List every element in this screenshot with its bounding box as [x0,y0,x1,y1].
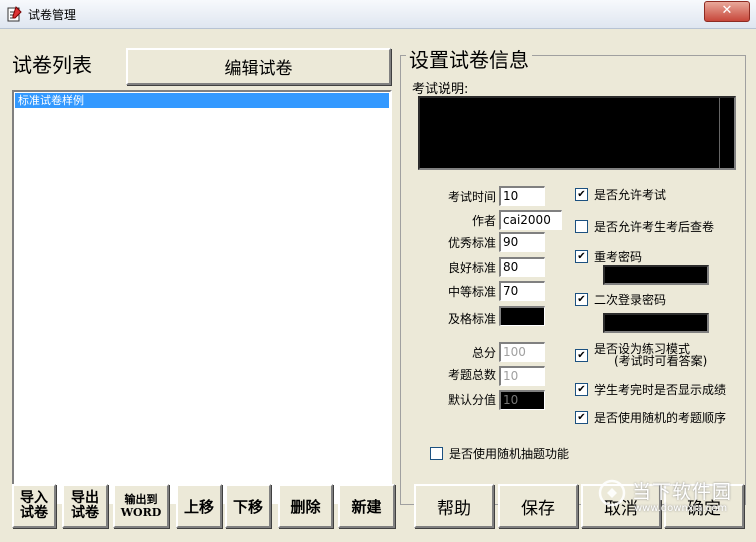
export-label-1: 导出 [71,490,99,506]
count-label: 考题总数 [447,368,496,382]
info-heading: 设置试卷信息 [406,44,532,73]
new-label: 新建 [351,497,382,516]
good-label: 良好标准 [447,261,496,275]
checkbox-mark: ✔ [575,188,588,201]
checkbox-mark: ✔ [575,411,588,424]
retake-password-label: 重考密码 [594,250,643,264]
edit-paper-button[interactable]: 编辑试卷 [126,48,391,85]
export-word-label-1: 输出到 [124,493,158,506]
allow-review-checkbox[interactable]: 是否允许考生考后查卷 [575,218,714,235]
import-label-2: 试卷 [20,505,48,521]
count-input: 10 [499,366,545,386]
watermark: 当下软件园 www.downxia.com [598,477,750,527]
practice-mode-sublabel: (考试时可看答案) [614,354,708,368]
export-paper-button[interactable]: 导出 试卷 [62,484,108,528]
paper-list[interactable]: 标准试卷样例 [12,90,392,504]
author-input[interactable]: cai2000 [499,210,562,230]
medium-input[interactable]: 70 [499,281,545,301]
pass-input[interactable] [499,306,545,326]
good-input[interactable]: 80 [499,257,545,277]
exam-description-field[interactable] [418,96,736,170]
watermark-logo-icon [598,479,626,507]
list-heading: 试卷列表 [12,53,92,77]
help-label: 帮助 [437,498,471,519]
title-bar: 试卷管理 ✕ [0,0,756,29]
practice-mode-text: 是否设为练习模式 (考试时可看答案) [594,343,707,367]
total-input: 100 [499,342,545,362]
allow-exam-checkbox[interactable]: ✔ 是否允许考试 [575,186,666,203]
random-order-checkbox[interactable]: ✔ 是否使用随机的考题顺序 [575,409,726,426]
checkbox-mark: ✔ [575,293,588,306]
retake-password-checkbox[interactable]: ✔ 重考密码 [575,248,642,265]
close-icon: ✕ [721,3,733,18]
medium-label: 中等标准 [447,285,496,299]
default-score-input[interactable]: 10 [499,390,545,410]
random-pick-label: 是否使用随机抽题功能 [449,447,570,461]
delete-button[interactable]: 删除 [278,484,333,528]
checkbox-mark [430,447,443,460]
checkbox-mark: ✔ [575,349,588,362]
pass-label: 及格标准 [447,312,496,326]
random-pick-checkbox[interactable]: 是否使用随机抽题功能 [430,445,569,462]
show-score-label: 学生考完时是否显示成绩 [594,383,727,397]
default-score-label: 默认分值 [447,393,496,407]
move-down-label: 下移 [232,497,263,516]
export-word-label-2: WORD [120,506,162,519]
excellent-input[interactable]: 90 [499,232,545,252]
practice-mode-checkbox[interactable]: ✔ 是否设为练习模式 (考试时可看答案) [575,343,707,367]
move-up-button[interactable]: 上移 [176,484,222,528]
second-login-input[interactable] [603,313,709,333]
new-button[interactable]: 新建 [338,484,395,528]
export-word-button[interactable]: 输出到 WORD [113,484,169,528]
window-title: 试卷管理 [28,8,77,22]
close-button[interactable]: ✕ [704,1,750,22]
checkbox-mark: ✔ [575,383,588,396]
app-icon [7,6,22,22]
import-paper-button[interactable]: 导入 试卷 [12,484,56,528]
allow-exam-label: 是否允许考试 [594,188,667,202]
excellent-label: 优秀标准 [447,236,496,250]
dialog-body: 试卷列表 编辑试卷 标准试卷样例 设置试卷信息 考试说明: 考试时间 10 作者… [0,29,756,542]
exam-time-input[interactable]: 10 [499,186,545,206]
retake-password-input[interactable] [603,265,709,285]
move-up-label: 上移 [183,497,214,516]
checkbox-mark [575,220,588,233]
save-button[interactable]: 保存 [498,484,578,528]
help-button[interactable]: 帮助 [414,484,494,528]
description-scrollbar[interactable] [719,98,734,168]
show-score-checkbox[interactable]: ✔ 学生考完时是否显示成绩 [575,381,726,398]
exam-time-label: 考试时间 [447,190,496,204]
watermark-url: www.downxia.com [634,503,728,514]
second-login-checkbox[interactable]: ✔ 二次登录密码 [575,291,666,308]
list-item[interactable]: 标准试卷样例 [15,93,389,108]
author-label: 作者 [471,214,496,228]
second-login-label: 二次登录密码 [594,293,667,307]
edit-paper-label: 编辑试卷 [224,59,293,79]
save-label: 保存 [521,498,555,519]
total-label: 总分 [471,346,496,360]
move-down-button[interactable]: 下移 [225,484,271,528]
delete-label: 删除 [290,497,321,516]
export-label-2: 试卷 [71,505,99,521]
allow-review-label: 是否允许考生考后查卷 [594,220,715,234]
desc-label: 考试说明: [412,82,469,97]
watermark-text: 当下软件园 [632,481,733,503]
import-label-1: 导入 [20,490,48,506]
random-order-label: 是否使用随机的考题顺序 [594,411,727,425]
checkbox-mark: ✔ [575,250,588,263]
